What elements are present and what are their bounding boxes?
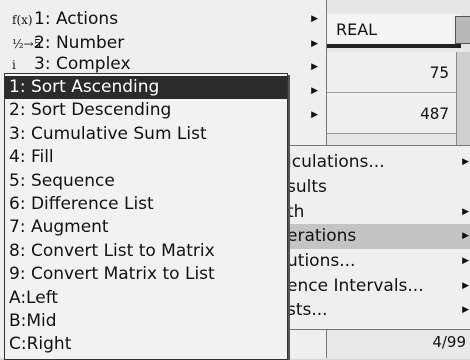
submenu-item-calculations[interactable]: lculations... ▶ [285,150,470,175]
function-icon: f(x) [12,13,33,27]
submenu-item-tests[interactable]: sts... ▶ [285,298,470,323]
submenu-arrow-icon: ▶ [311,110,318,120]
menu-item-convert-matrix-to-list[interactable]: 9: Convert Matrix to List [5,263,287,286]
submenu-arrow-icon: ▶ [311,86,318,96]
table-cell[interactable]: 487 [326,93,461,134]
submenu-item-label: utions... [287,251,356,271]
menu-item-sort-ascending[interactable]: 1: Sort Ascending [5,76,287,100]
submenu-item-math[interactable]: th ▶ [285,200,470,225]
menu-item-sort-descending[interactable]: 2: Sort Descending [5,99,287,122]
menu-item-right[interactable]: C:Right [5,333,287,356]
menu-item-actions[interactable]: f(x)1: Actions [12,8,118,30]
submenu-item-confidence-intervals[interactable]: ence Intervals... ▶ [285,274,470,299]
submenu-item-results[interactable]: sults [285,175,470,200]
menu-item-label: 2: Number [34,33,125,53]
submenu-arrow-icon: ▶ [462,231,469,241]
cell-value: 75 [429,63,449,82]
submenu-arrow-icon: ▶ [311,14,318,24]
menu-item-label: 1: Actions [34,9,119,29]
submenu-arrow-icon: ▶ [462,305,469,315]
row-count: 4/99 [432,333,466,351]
menu-item-number[interactable]: ½→52: Number [12,32,124,54]
menu-item-complex[interactable]: i 3: Complex [12,53,131,75]
submenu-item-label: ence Intervals... [287,276,424,296]
submenu-arrow-icon: ▶ [462,281,469,291]
cell-value: 487 [420,104,449,123]
submenu-arrow-icon: ▶ [462,157,469,167]
menu-item-label: 3: Complex [34,54,131,74]
submenu-item-label: erations [287,226,357,246]
submenu-arrow-icon: ▶ [311,62,318,72]
menu-item-left[interactable]: A:Left [5,287,287,310]
submenu-arrow-icon: ▶ [462,256,469,266]
table-cell[interactable]: 75 [326,52,461,93]
menu-item-cumulative-sum-list[interactable]: 3: Cumulative Sum List [5,123,287,146]
submenu-item-label: sults [287,177,327,197]
statistics-submenu: lculations... ▶ sults th ▶ erations ▶ ution… [284,145,470,330]
menu-item-fill[interactable]: 4: Fill [5,146,287,169]
number-icon: ½→5 [12,37,42,51]
menu-item-convert-list-to-matrix[interactable]: 8: Convert List to Matrix [5,240,287,263]
menu-item-difference-list[interactable]: 6: Difference List [5,193,287,216]
column-header-label: REAL [336,20,378,39]
submenu-item-solutions[interactable]: utions... ▶ [285,249,470,274]
menu-item-mid[interactable]: B:Mid [5,310,287,333]
menu-item-sequence[interactable]: 5: Sequence [5,170,287,193]
column-header[interactable]: REAL [326,14,461,48]
submenu-item-label: th [287,202,305,222]
column-resize-handle[interactable] [455,16,470,44]
menu-item-augment[interactable]: 7: Augment [5,216,287,239]
list-operations-menu: 1: Sort Ascending 2: Sort Descending 3: … [4,73,288,360]
submenu-arrow-icon: ▶ [311,39,318,49]
submenu-item-operations[interactable]: erations ▶ [285,224,470,249]
submenu-item-label: lculations... [287,152,385,172]
submenu-arrow-icon: ▶ [462,207,469,217]
submenu-item-label: sts... [287,300,328,320]
